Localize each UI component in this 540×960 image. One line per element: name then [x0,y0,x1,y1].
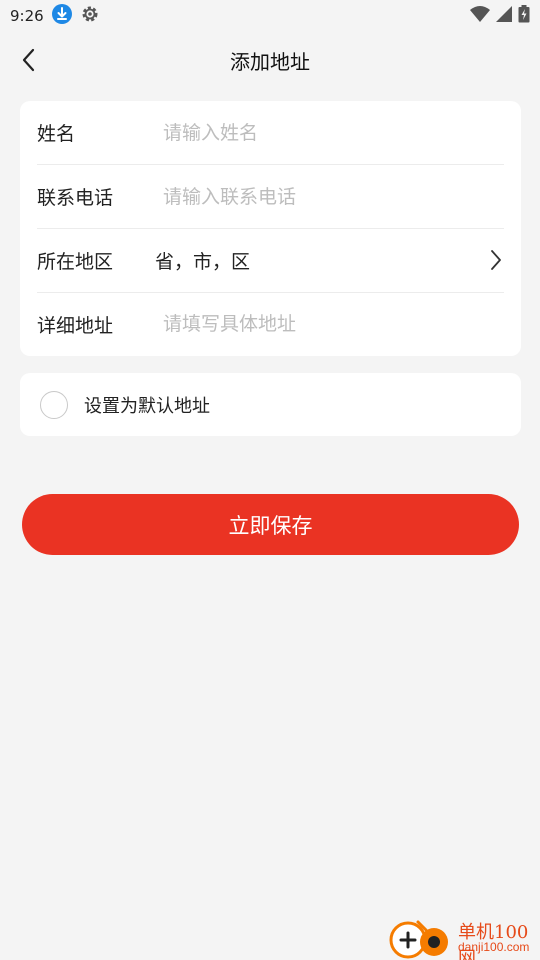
default-address-label: 设置为默认地址 [84,395,210,417]
nav-bar: 添加地址 [0,32,540,88]
detail-input[interactable] [163,313,463,335]
watermark-logo-icon [389,920,448,959]
address-form: 姓名 联系电话 所在地区 省，市，区 详细地址 [20,101,521,356]
chevron-right-icon [491,250,501,270]
detail-row: 详细地址 [37,292,504,356]
back-button[interactable] [14,46,42,74]
gear-icon [80,4,100,28]
download-icon [51,4,72,28]
detail-label: 详细地址 [37,314,114,337]
phone-input[interactable] [163,185,463,208]
signal-icon [496,6,512,26]
watermark-text-en: danji100.com [458,940,530,954]
chevron-left-icon [22,48,35,72]
wifi-icon [470,6,490,26]
status-time: 9:26 [10,7,44,25]
save-button[interactable]: 立即保存 [22,494,519,555]
default-address-radio[interactable] [40,390,68,419]
name-row: 姓名 [37,101,504,165]
name-label: 姓名 [37,123,76,145]
watermark: 单机100网 danji100.com [388,916,540,960]
phone-label: 联系电话 [37,187,114,209]
default-address-card: 设置为默认地址 [20,373,521,436]
name-input[interactable] [163,121,463,144]
battery-icon [518,5,530,27]
phone-row: 联系电话 [37,165,504,229]
status-bar: 9:26 [0,0,540,32]
region-value: 省，市，区 [155,251,251,273]
page-title: 添加地址 [230,49,310,74]
region-row[interactable]: 所在地区 省，市，区 [37,229,504,293]
region-label: 所在地区 [37,251,114,273]
